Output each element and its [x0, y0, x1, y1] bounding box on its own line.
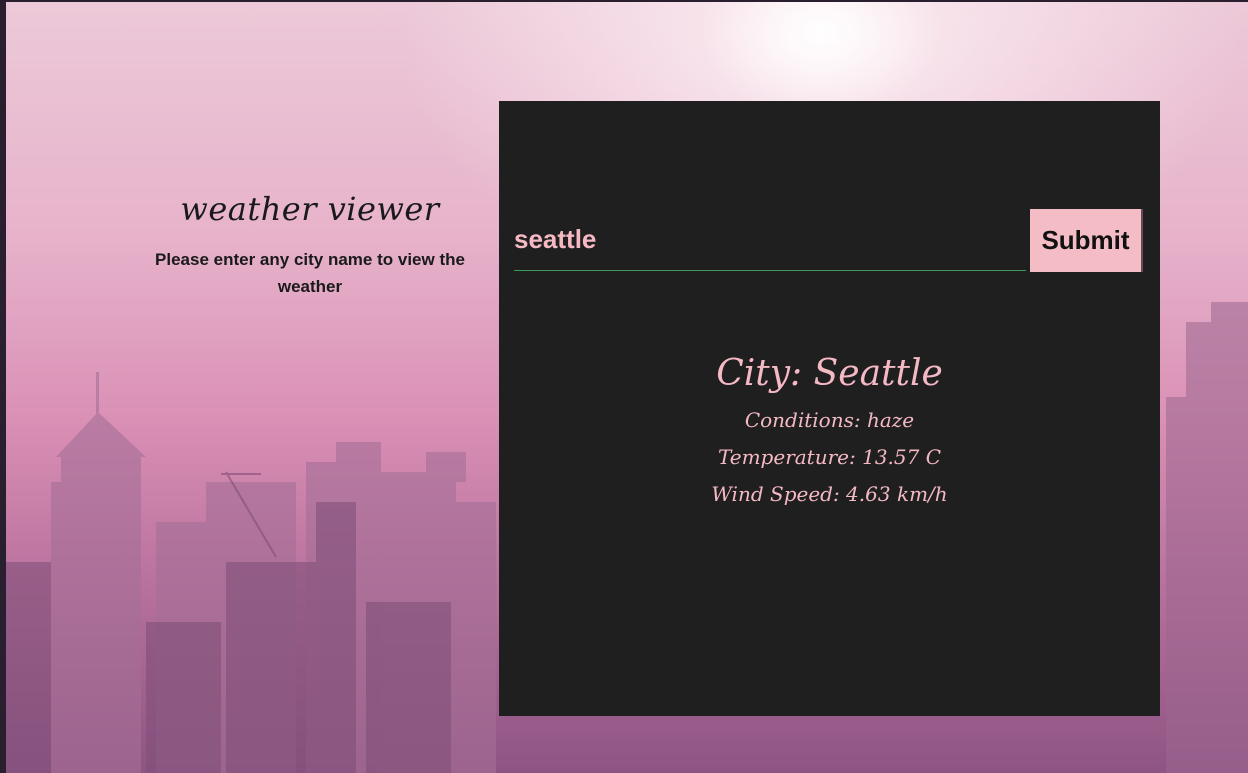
weather-results: City: Seattle Conditions: haze Temperatu…: [499, 353, 1160, 519]
city-search-input[interactable]: [514, 209, 1026, 271]
app-title: weather viewer: [180, 190, 440, 228]
search-form: Submit: [514, 209, 1143, 272]
result-conditions: Conditions: haze: [744, 408, 915, 432]
weather-card: Submit City: Seattle Conditions: haze Te…: [499, 101, 1160, 716]
intro-panel: weather viewer Please enter any city nam…: [140, 190, 480, 300]
app-subtitle: Please enter any city name to view the w…: [155, 250, 465, 296]
result-wind-speed: Wind Speed: 4.63 km/h: [711, 482, 948, 506]
result-city: City: Seattle: [716, 353, 943, 394]
result-temperature: Temperature: 13.57 C: [717, 445, 942, 469]
submit-button[interactable]: Submit: [1030, 209, 1143, 272]
